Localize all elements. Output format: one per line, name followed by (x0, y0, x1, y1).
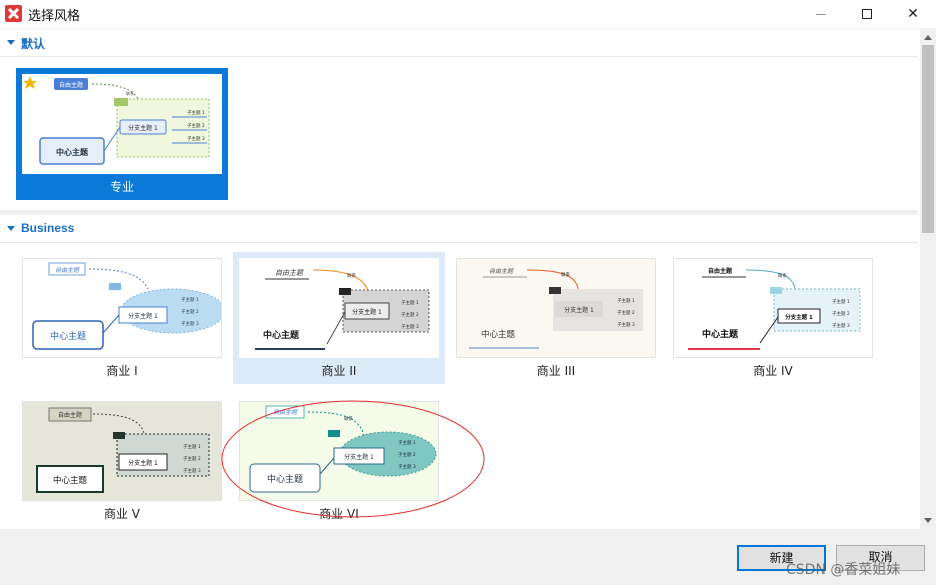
annotation-circle (221, 400, 485, 518)
svg-text:子主题 1: 子主题 1 (183, 443, 201, 450)
xmind-app-icon (5, 5, 22, 22)
close-button[interactable]: ✕ (890, 0, 936, 28)
title-bar: 选择风格 ✕ (0, 0, 936, 28)
svg-text:分支主题 1: 分支主题 1 (785, 313, 813, 321)
section-label: 默认 (21, 37, 46, 51)
svg-text:子主题 2: 子主题 2 (187, 122, 205, 129)
svg-text:子主题 3: 子主题 3 (183, 467, 201, 474)
tile-label: 专业 (109, 180, 134, 194)
section-header-business[interactable]: Business (0, 215, 918, 243)
svg-text:自由主题: 自由主题 (708, 267, 733, 275)
tile-label: 商业 IV (753, 364, 793, 378)
svg-text:联系: 联系 (778, 272, 787, 279)
svg-text:子主题 2: 子主题 2 (832, 310, 850, 317)
svg-text:子主题 1: 子主题 1 (832, 298, 850, 305)
svg-text:子主题 3: 子主题 3 (187, 135, 205, 142)
style-tile-business-5[interactable]: 自由主题 分支主题 1 子主题 1 子主题 2 子主题 3 中心主题 商业 V (16, 395, 228, 525)
tile-label: 商业 V (103, 507, 141, 521)
window-title: 选择风格 (28, 9, 81, 24)
svg-text:分支主题 1: 分支主题 1 (128, 312, 158, 320)
scroll-down-icon[interactable] (924, 518, 932, 523)
svg-text:分支主题 1: 分支主题 1 (128, 124, 158, 132)
style-thumbnail: 自由主题 联系 分支主题 1 子主题 1 子主题 2 子主题 3 中心主题 (22, 74, 222, 174)
tile-label: 商业 III (536, 364, 576, 378)
style-thumbnail: 自由主题 分支主题 1 子主题 1 子主题 2 子主题 3 中心主题 (22, 401, 222, 501)
collapse-caret-icon (7, 226, 15, 231)
svg-text:子主题 1: 子主题 1 (187, 109, 205, 116)
style-tile-business-2[interactable]: 自由主题 联系 分支主题 1 子主题 1 子主题 2 子主题 3 中心主题 商业… (233, 252, 445, 384)
svg-text:子主题 2: 子主题 2 (183, 455, 201, 462)
svg-text:中心主题: 中心主题 (702, 328, 739, 340)
style-tile-business-1[interactable]: 自由主题 分支主题 1 子主题 1 子主题 2 子主题 3 中心主题 商业 I (16, 252, 228, 382)
svg-text:自由主题: 自由主题 (275, 269, 305, 277)
svg-text:子主题 1: 子主题 1 (181, 296, 199, 303)
tile-label: 商业 I (106, 364, 138, 378)
svg-text:联系: 联系 (347, 272, 356, 279)
professional-preview: 自由主题 联系 分支主题 1 子主题 1 子主题 2 子主题 3 中心主题 (23, 76, 210, 165)
svg-text:中心主题: 中心主题 (56, 147, 89, 157)
maximize-icon (862, 9, 872, 19)
svg-text:自由主题: 自由主题 (489, 267, 514, 275)
style-tile-professional[interactable]: 自由主题 联系 分支主题 1 子主题 1 子主题 2 子主题 3 中心主题 专业 (16, 68, 228, 200)
svg-text:子主题 2: 子主题 2 (181, 308, 199, 315)
svg-text:分支主题 1: 分支主题 1 (128, 459, 158, 467)
svg-text:自由主题: 自由主题 (59, 81, 83, 89)
svg-text:子主题 3: 子主题 3 (181, 320, 199, 327)
svg-text:中心主题: 中心主题 (50, 330, 86, 342)
style-thumbnail: 自由主题 联系 分支主题 1 子主题 1 子主题 2 子主题 3 中心主题 (239, 258, 439, 358)
style-thumbnail: 自由主题 分支主题 1 子主题 1 子主题 2 子主题 3 中心主题 (22, 258, 222, 358)
minimize-icon (816, 13, 826, 15)
scrollbar-thumb[interactable] (922, 45, 934, 233)
svg-text:子主题 1: 子主题 1 (617, 297, 635, 304)
maximize-button[interactable] (844, 0, 890, 28)
svg-text:子主题 3: 子主题 3 (832, 322, 850, 329)
svg-text:联系: 联系 (126, 90, 134, 96)
svg-text:子主题 3: 子主题 3 (401, 323, 419, 330)
tile-label: 商业 II (321, 364, 357, 378)
svg-text:分支主题 1: 分支主题 1 (352, 308, 382, 316)
svg-text:中心主题: 中心主题 (263, 329, 300, 341)
svg-text:子主题 2: 子主题 2 (617, 309, 635, 316)
style-thumbnail: 自由主题 联系 分支主题 1 子主题 1 子主题 2 子主题 3 中心主题 (456, 258, 656, 358)
collapse-caret-icon (7, 40, 15, 45)
minimize-button[interactable] (798, 0, 844, 28)
watermark: CSDN @香菜姐妹 (786, 562, 901, 578)
scroll-up-icon[interactable] (924, 35, 932, 40)
star-icon (23, 76, 37, 89)
svg-text:自由主题: 自由主题 (55, 266, 80, 274)
section-header-default[interactable]: 默认 (0, 29, 918, 57)
section-label: Business (21, 221, 75, 235)
style-tile-business-4[interactable]: 自由主题 联系 分支主题 1 子主题 1 子主题 2 子主题 3 中心主题 商业… (667, 252, 879, 382)
svg-text:分支主题 1: 分支主题 1 (564, 306, 594, 314)
svg-text:子主题 1: 子主题 1 (401, 299, 419, 306)
svg-text:自由主题: 自由主题 (58, 411, 82, 419)
style-gallery: 默认 自由主题 联系 分支主题 1 子主题 1 子主题 2 子主题 3 中心主题… (0, 29, 920, 529)
style-thumbnail: 自由主题 联系 分支主题 1 子主题 1 子主题 2 子主题 3 中心主题 (673, 258, 873, 358)
vertical-scrollbar[interactable] (920, 29, 936, 529)
svg-text:子主题 2: 子主题 2 (401, 311, 419, 318)
svg-text:联系: 联系 (561, 271, 570, 278)
svg-text:中心主题: 中心主题 (481, 329, 516, 340)
svg-text:子主题 3: 子主题 3 (617, 321, 635, 328)
style-tile-business-3[interactable]: 自由主题 联系 分支主题 1 子主题 1 子主题 2 子主题 3 中心主题 商业… (450, 252, 662, 382)
svg-text:中心主题: 中心主题 (53, 475, 88, 486)
